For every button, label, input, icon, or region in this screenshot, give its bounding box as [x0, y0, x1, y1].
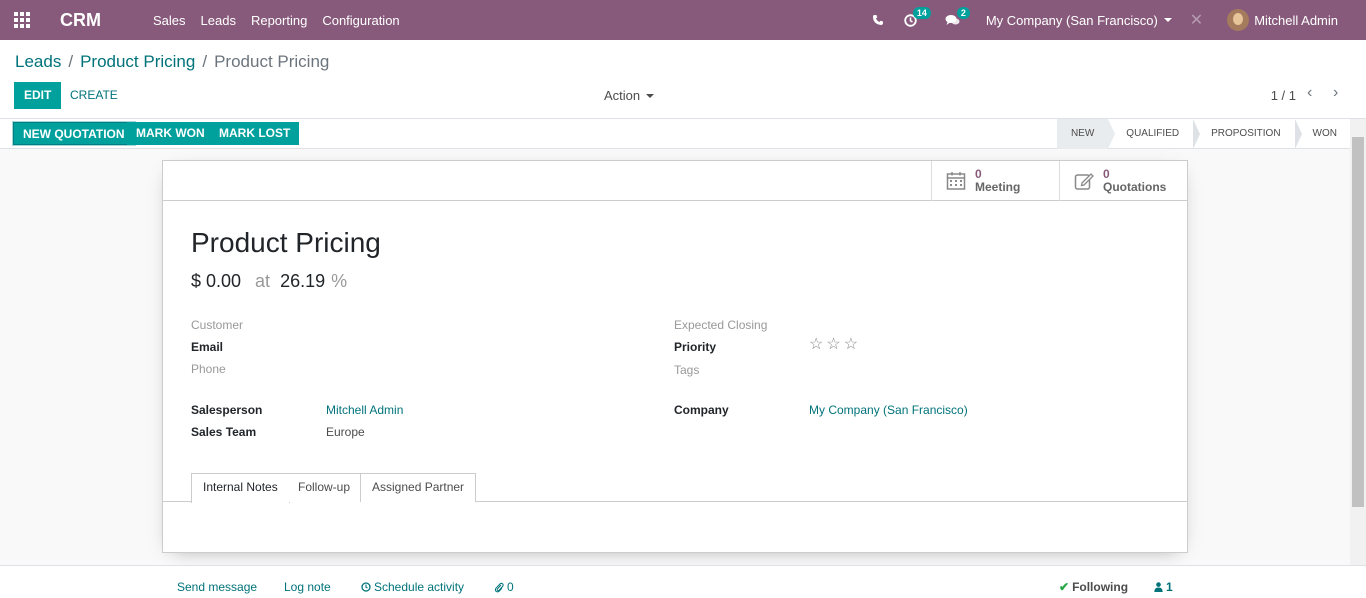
message-count-badge: 2: [956, 6, 970, 19]
apps-grid-icon: [14, 12, 30, 28]
app-name[interactable]: CRM: [60, 10, 101, 31]
email-label: Email: [191, 340, 224, 354]
quotations-label: Quotations: [1103, 180, 1167, 194]
star-icon[interactable]: ☆: [844, 337, 858, 353]
activity-clock-icon[interactable]: 14: [904, 6, 931, 27]
customer-label: Customer: [191, 318, 244, 332]
previous-record-icon[interactable]: ‹: [1307, 84, 1312, 102]
calendar-icon: [946, 172, 966, 190]
pager-value[interactable]: 1 / 1: [1271, 88, 1296, 103]
menu-sales[interactable]: Sales: [153, 13, 186, 28]
percent-sign: %: [331, 271, 348, 291]
meeting-label: Meeting: [975, 180, 1021, 194]
expected-revenue[interactable]: $ 0.00: [191, 271, 241, 292]
menu-reporting[interactable]: Reporting: [251, 13, 307, 28]
breadcrumb-product-pricing[interactable]: Product Pricing: [80, 52, 195, 72]
salesperson-label: Salesperson: [191, 403, 263, 417]
stage-qualified[interactable]: QUALIFIED: [1108, 119, 1200, 149]
avatar[interactable]: [1227, 9, 1250, 31]
at-label: at: [255, 271, 271, 291]
priority-label: Priority: [674, 340, 717, 354]
attachment-count: 0: [507, 580, 514, 594]
star-icon[interactable]: ☆: [826, 337, 840, 353]
stage-pipeline: NEW QUALIFIED PROPOSITION WON: [1056, 119, 1351, 149]
stage-new[interactable]: NEW: [1056, 119, 1116, 149]
stage-proposition[interactable]: PROPOSITION: [1193, 119, 1303, 149]
activity-count-badge: 14: [912, 6, 931, 19]
messages-chat-icon[interactable]: 2: [945, 6, 970, 27]
control-panel: Leads / Product Pricing / Product Pricin…: [0, 40, 1366, 119]
mark-lost-button[interactable]: MARK LOST: [210, 122, 300, 145]
notebook-tabs: Internal Notes Follow-up Assigned Partne…: [163, 473, 1187, 503]
breadcrumb: Leads / Product Pricing / Product Pricin…: [15, 52, 330, 72]
top-navbar: CRM Sales Leads Reporting Configuration …: [0, 0, 1366, 40]
salesperson-value[interactable]: Mitchell Admin: [326, 403, 403, 417]
followers-count: 1: [1166, 580, 1173, 594]
form-sheet: 0 Meeting 0 Quotations Product Pricing $…: [162, 160, 1188, 553]
expected-closing-label: Expected Closing: [674, 318, 768, 332]
mark-won-button[interactable]: MARK WON: [127, 122, 214, 145]
following-button[interactable]: ✔ Following: [1059, 580, 1128, 594]
schedule-activity-button[interactable]: Schedule activity: [361, 580, 464, 594]
chevron-down-icon: [1163, 18, 1172, 22]
edit-button[interactable]: EDIT: [14, 82, 62, 109]
edit-icon: [1074, 173, 1094, 190]
action-label: Action: [604, 88, 641, 103]
schedule-activity-label: Schedule activity: [374, 580, 465, 594]
smart-button-box: 0 Meeting 0 Quotations: [163, 161, 1187, 201]
sales-team-label: Sales Team: [191, 425, 257, 439]
stage-won[interactable]: WON: [1295, 119, 1351, 149]
tab-follow-up[interactable]: Follow-up: [287, 473, 363, 502]
chevron-down-icon: [646, 93, 655, 98]
company-value[interactable]: My Company (San Francisco): [809, 403, 968, 417]
scrollbar[interactable]: [1350, 119, 1366, 565]
log-note-button[interactable]: Log note: [284, 580, 331, 594]
scroll-thumb[interactable]: [1352, 137, 1364, 507]
phone-icon[interactable]: [872, 14, 884, 26]
tab-internal-notes[interactable]: Internal Notes: [191, 473, 290, 503]
priority-stars: ☆ ☆ ☆: [809, 337, 858, 353]
attachments-button[interactable]: 0: [494, 580, 514, 594]
revenue-line: $ 0.00 at 26.19 %: [191, 271, 347, 292]
menu-configuration[interactable]: Configuration: [322, 13, 399, 28]
send-message-button[interactable]: Send message: [177, 580, 257, 594]
following-label: Following: [1072, 580, 1129, 594]
lead-title[interactable]: Product Pricing: [191, 227, 381, 259]
user-icon: [1154, 582, 1163, 592]
menu-leads[interactable]: Leads: [201, 13, 236, 28]
company-name: My Company (San Francisco): [985, 12, 1158, 28]
user-name[interactable]: Mitchell Admin: [1254, 13, 1338, 28]
tags-label: Tags: [674, 363, 700, 377]
star-icon[interactable]: ☆: [809, 337, 823, 353]
chatter-topbar: Send message Log note Schedule activity …: [0, 565, 1366, 598]
close-icon[interactable]: ✕: [1190, 10, 1203, 30]
clock-icon: [361, 582, 371, 592]
company-switcher[interactable]: My Company (San Francisco): [986, 13, 1172, 28]
breadcrumb-leads[interactable]: Leads: [15, 52, 61, 72]
quotations-smart-button[interactable]: 0 Quotations: [1059, 161, 1187, 201]
phone-label: Phone: [191, 362, 226, 376]
followers-button[interactable]: 1: [1154, 580, 1173, 594]
probability-value[interactable]: 26.19: [280, 271, 325, 292]
check-icon: ✔: [1059, 580, 1070, 594]
tab-assigned-partner[interactable]: Assigned Partner: [360, 473, 477, 502]
new-quotation-button[interactable]: NEW QUOTATION: [13, 122, 135, 145]
create-button[interactable]: CREATE: [70, 82, 118, 109]
sales-team-value[interactable]: Europe: [326, 425, 365, 439]
statusbar: NEW QUOTATION MARK WON MARK LOST NEW QUA…: [0, 119, 1366, 149]
company-label: Company: [674, 403, 729, 417]
breadcrumb-current: Product Pricing: [214, 52, 330, 71]
meeting-smart-button[interactable]: 0 Meeting: [931, 161, 1059, 201]
next-record-icon[interactable]: ›: [1333, 84, 1338, 102]
apps-menu-button[interactable]: [0, 0, 44, 40]
action-dropdown[interactable]: Action: [604, 88, 655, 103]
paperclip-icon: [494, 582, 504, 592]
systray: 14 2 My Company (San Francisco) ✕ Mitche…: [872, 0, 1366, 40]
